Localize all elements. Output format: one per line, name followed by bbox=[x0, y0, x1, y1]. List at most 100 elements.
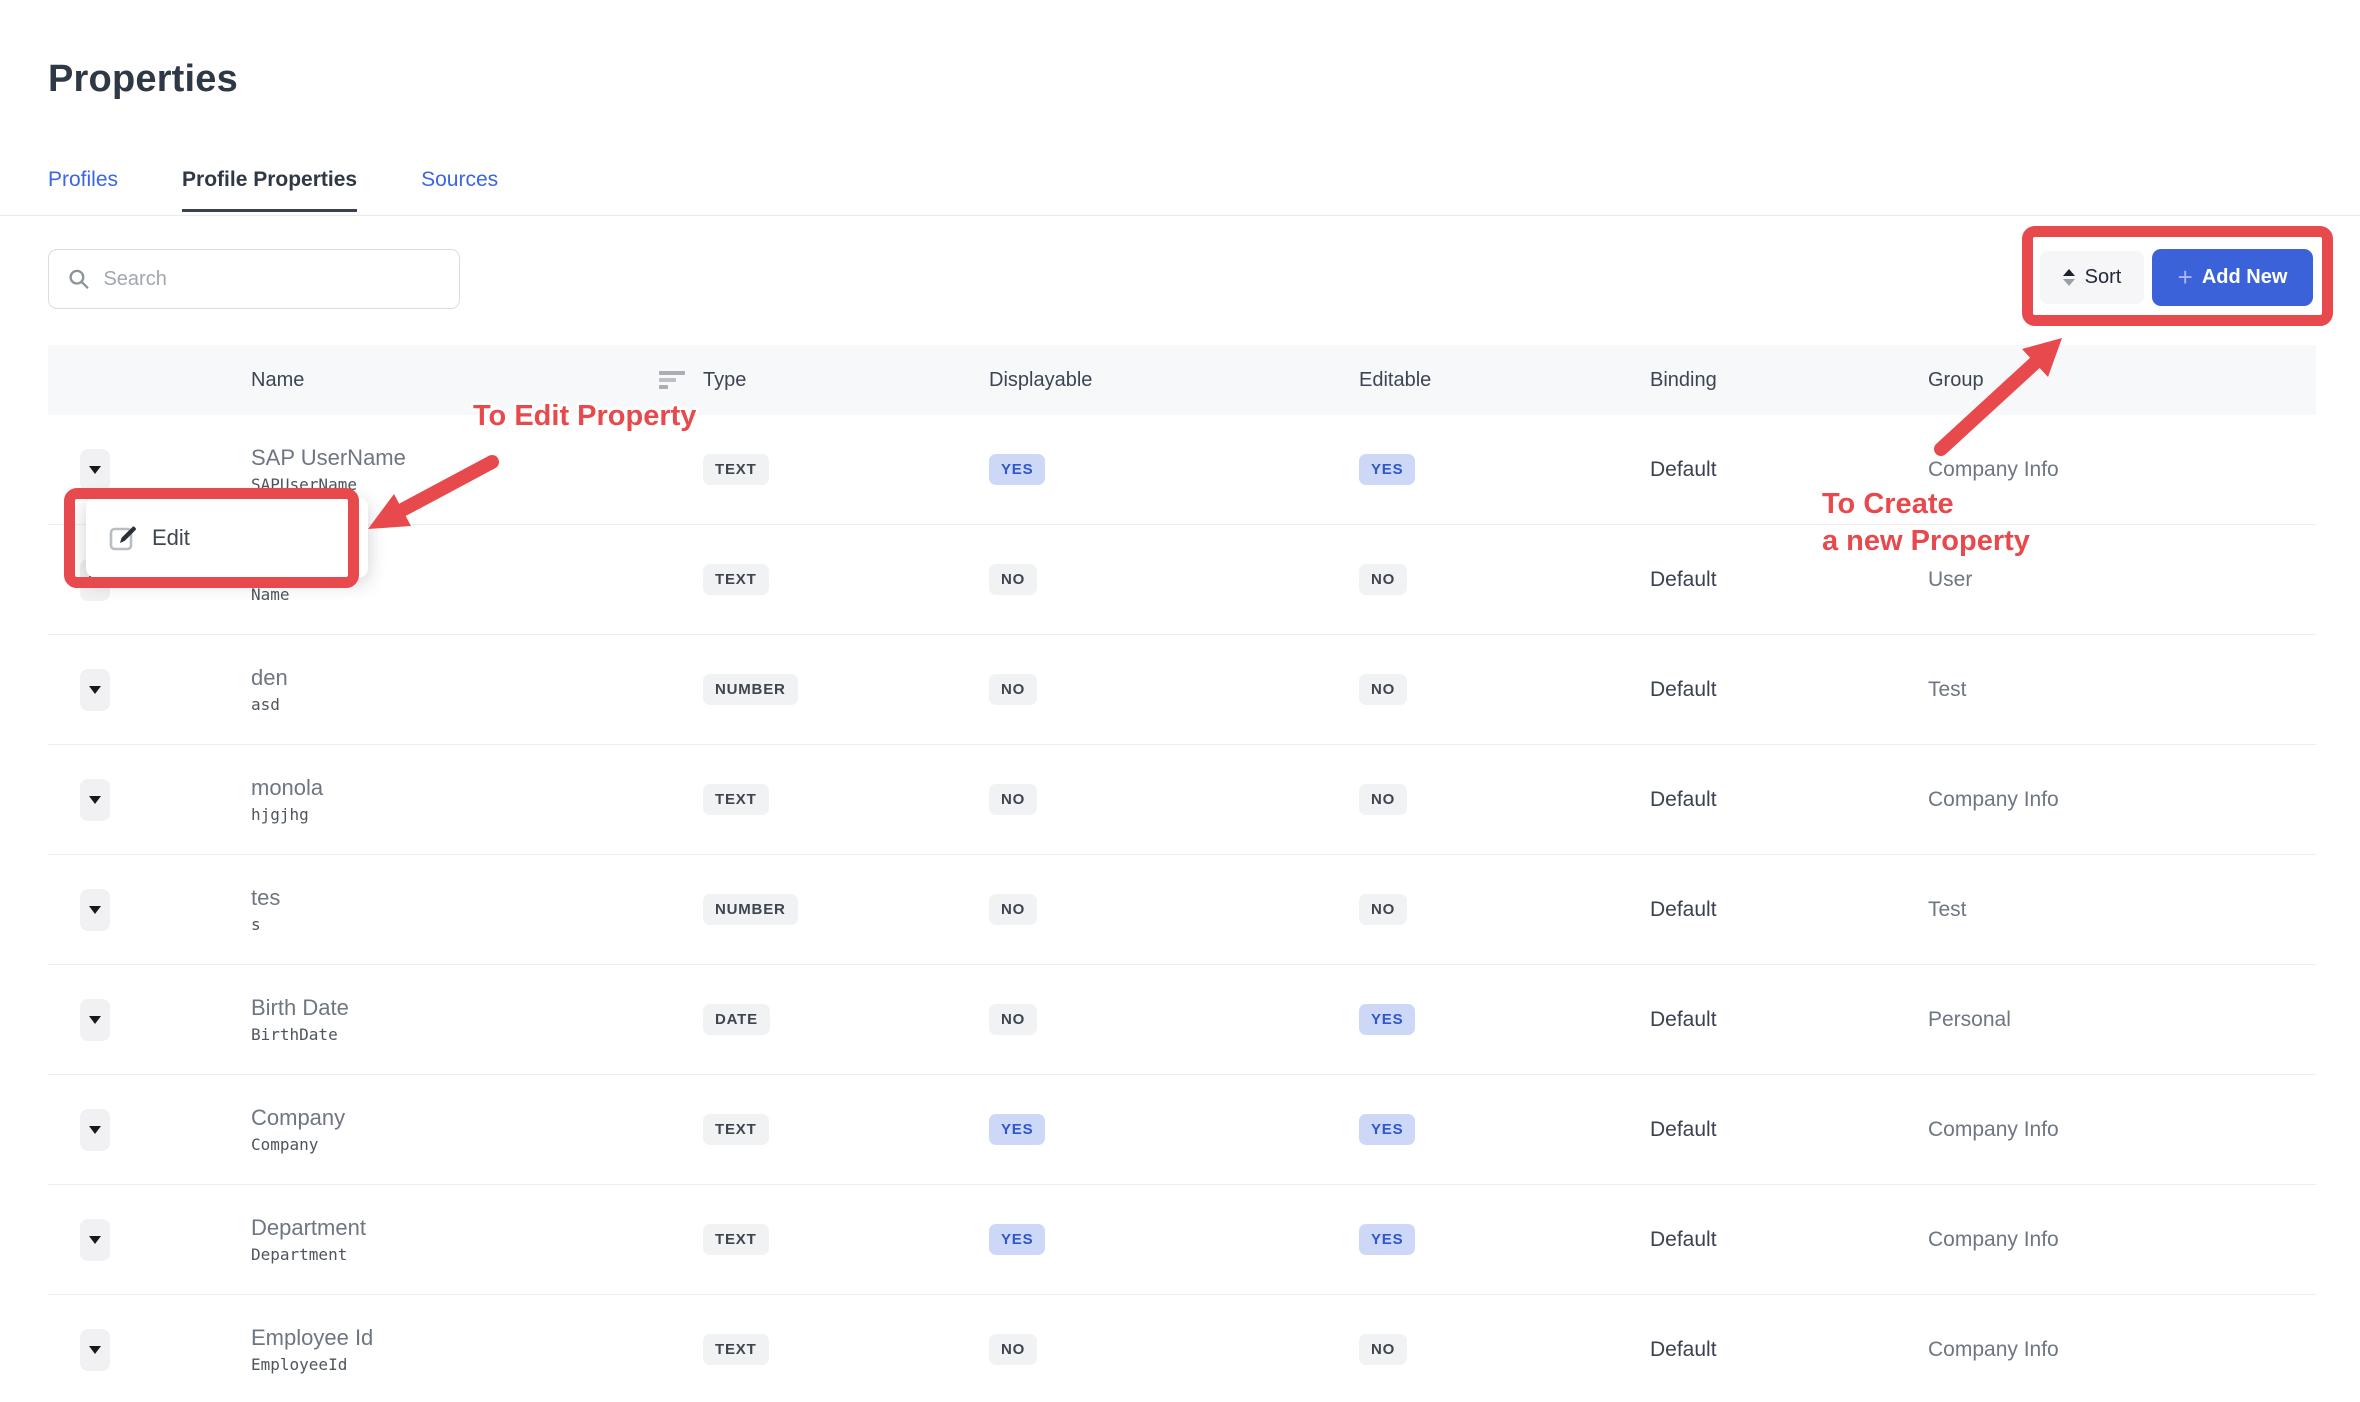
column-header-type[interactable]: Type bbox=[703, 369, 989, 392]
property-code: EmployeeId bbox=[251, 1357, 347, 1373]
chevron-down-icon bbox=[89, 796, 101, 804]
editable-badge: NO bbox=[1359, 784, 1407, 815]
displayable-badge: NO bbox=[989, 1334, 1037, 1365]
property-name: Birth Date bbox=[251, 997, 349, 1019]
group-value: Test bbox=[1928, 898, 2316, 922]
chevron-down-icon bbox=[89, 686, 101, 694]
table-header: Name Type Displayable Editable Binding G… bbox=[48, 345, 2316, 415]
column-header-binding[interactable]: Binding bbox=[1650, 369, 1928, 392]
chevron-down-icon bbox=[89, 1126, 101, 1134]
group-value: Company Info bbox=[1928, 1338, 2316, 1362]
chevron-down-icon bbox=[89, 1236, 101, 1244]
table-row: Department Department TEXT YES YES Defau… bbox=[48, 1185, 2316, 1295]
tab-profile-properties[interactable]: Profile Properties bbox=[182, 168, 357, 212]
edit-pencil-icon bbox=[108, 523, 138, 553]
binding-value: Default bbox=[1650, 568, 1928, 592]
property-code: Company bbox=[251, 1137, 318, 1153]
property-name: monola bbox=[251, 777, 323, 799]
tab-profiles[interactable]: Profiles bbox=[48, 168, 118, 212]
displayable-badge: YES bbox=[989, 1114, 1045, 1145]
page-title: Properties bbox=[48, 58, 238, 101]
tab-bar: Profiles Profile Properties Sources bbox=[48, 168, 498, 212]
chevron-down-icon bbox=[89, 466, 101, 474]
editable-badge: NO bbox=[1359, 894, 1407, 925]
context-menu-edit-label: Edit bbox=[152, 525, 190, 551]
row-actions-menu-button[interactable] bbox=[80, 779, 110, 821]
editable-badge: NO bbox=[1359, 564, 1407, 595]
add-new-button[interactable]: + Add New bbox=[2152, 249, 2313, 306]
type-badge: NUMBER bbox=[703, 674, 798, 705]
row-actions-menu-button[interactable] bbox=[80, 449, 110, 491]
editable-badge: YES bbox=[1359, 454, 1415, 485]
binding-value: Default bbox=[1650, 788, 1928, 812]
property-code: hjgjhg bbox=[251, 807, 309, 823]
properties-page: Properties Profiles Profile Properties S… bbox=[0, 0, 2360, 1402]
table-row: Name TEXT NO NO Default User bbox=[48, 525, 2316, 635]
property-name: Employee Id bbox=[251, 1327, 373, 1349]
tabs-divider bbox=[0, 215, 2360, 216]
type-badge: TEXT bbox=[703, 564, 769, 595]
binding-value: Default bbox=[1650, 1008, 1928, 1032]
group-value: Company Info bbox=[1928, 458, 2316, 482]
sort-button[interactable]: Sort bbox=[2040, 251, 2144, 304]
row-actions-menu-button[interactable] bbox=[80, 889, 110, 931]
column-header-group[interactable]: Group bbox=[1928, 369, 2316, 392]
property-name: den bbox=[251, 667, 288, 689]
type-badge: NUMBER bbox=[703, 894, 798, 925]
sort-filter-icon[interactable] bbox=[659, 371, 685, 389]
property-name: SAP UserName bbox=[251, 447, 406, 469]
table-row: monola hjgjhg TEXT NO NO Default Company… bbox=[48, 745, 2316, 855]
editable-badge: YES bbox=[1359, 1004, 1415, 1035]
property-name: tes bbox=[251, 887, 280, 909]
row-actions-menu-button[interactable] bbox=[80, 669, 110, 711]
binding-value: Default bbox=[1650, 1118, 1928, 1142]
row-actions-menu-button[interactable] bbox=[80, 1329, 110, 1371]
chevron-down-icon bbox=[89, 1016, 101, 1024]
table-row: tes s NUMBER NO NO Default Test bbox=[48, 855, 2316, 965]
type-badge: TEXT bbox=[703, 454, 769, 485]
row-actions-menu-button[interactable] bbox=[80, 999, 110, 1041]
column-header-displayable[interactable]: Displayable bbox=[989, 369, 1359, 392]
tab-sources[interactable]: Sources bbox=[421, 168, 498, 212]
displayable-badge: NO bbox=[989, 1004, 1037, 1035]
table-row: SAP UserName SAPUserName TEXT YES YES De… bbox=[48, 415, 2316, 525]
row-actions-menu-button[interactable] bbox=[80, 1109, 110, 1151]
add-new-button-label: Add New bbox=[2202, 266, 2288, 289]
displayable-badge: NO bbox=[989, 784, 1037, 815]
editable-badge: NO bbox=[1359, 1334, 1407, 1365]
property-code: BirthDate bbox=[251, 1027, 338, 1043]
editable-badge: YES bbox=[1359, 1114, 1415, 1145]
displayable-badge: NO bbox=[989, 674, 1037, 705]
property-name: Department bbox=[251, 1217, 366, 1239]
search-box[interactable] bbox=[48, 249, 460, 309]
property-code: Name bbox=[251, 587, 290, 603]
property-name: Company bbox=[251, 1107, 345, 1129]
binding-value: Default bbox=[1650, 678, 1928, 702]
sort-button-label: Sort bbox=[2085, 266, 2122, 289]
row-actions-menu-button[interactable] bbox=[80, 1219, 110, 1261]
group-value: User bbox=[1928, 568, 2316, 592]
column-header-name[interactable]: Name bbox=[251, 369, 304, 392]
table-row: Employee Id EmployeeId TEXT NO NO Defaul… bbox=[48, 1295, 2316, 1402]
column-header-editable[interactable]: Editable bbox=[1359, 369, 1650, 392]
displayable-badge: YES bbox=[989, 1224, 1045, 1255]
properties-table: Name Type Displayable Editable Binding G… bbox=[48, 345, 2316, 1402]
binding-value: Default bbox=[1650, 458, 1928, 482]
group-value: Test bbox=[1928, 678, 2316, 702]
property-code: Department bbox=[251, 1247, 347, 1263]
editable-badge: YES bbox=[1359, 1224, 1415, 1255]
binding-value: Default bbox=[1650, 1228, 1928, 1252]
group-value: Personal bbox=[1928, 1008, 2316, 1032]
property-code: asd bbox=[251, 697, 280, 713]
property-code: SAPUserName bbox=[251, 477, 357, 493]
group-value: Company Info bbox=[1928, 1228, 2316, 1252]
table-row: Birth Date BirthDate DATE NO YES Default… bbox=[48, 965, 2316, 1075]
group-value: Company Info bbox=[1928, 1118, 2316, 1142]
group-value: Company Info bbox=[1928, 788, 2316, 812]
displayable-badge: NO bbox=[989, 894, 1037, 925]
binding-value: Default bbox=[1650, 1338, 1928, 1362]
type-badge: DATE bbox=[703, 1004, 770, 1035]
search-input[interactable] bbox=[103, 268, 441, 291]
context-menu-edit-item[interactable]: Edit bbox=[86, 497, 368, 578]
sort-arrows-icon bbox=[2063, 269, 2075, 286]
